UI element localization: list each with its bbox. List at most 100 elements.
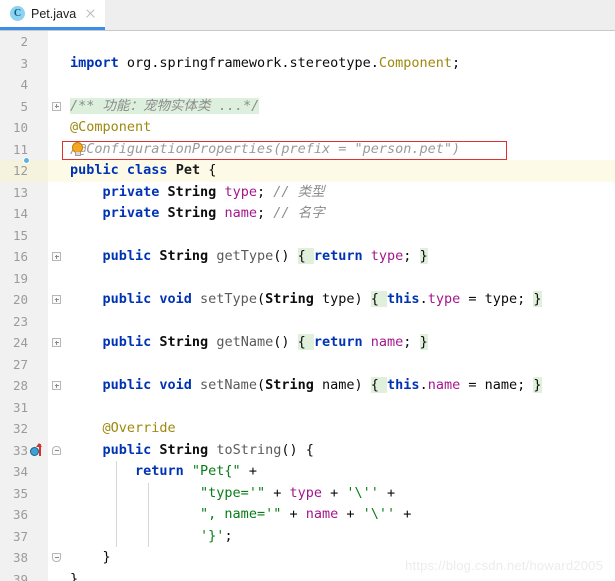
code-line[interactable]: 37 '}'; — [0, 525, 615, 547]
code-text[interactable]: @Override — [66, 418, 615, 440]
code-text[interactable]: /** 功能：宠物实体类 ...*/ — [66, 96, 615, 118]
fold-strip[interactable] — [48, 504, 66, 526]
fold-strip[interactable] — [48, 31, 66, 53]
line-gutter[interactable]: 28 — [0, 375, 48, 397]
intention-lightbulb-icon[interactable] — [71, 141, 84, 157]
code-line[interactable]: 5 /** 功能：宠物实体类 ...*/ — [0, 95, 615, 118]
line-gutter[interactable]: 38 — [0, 547, 48, 569]
code-text[interactable] — [66, 74, 615, 96]
code-line[interactable]: 20 public void setType(String type) { th… — [0, 289, 615, 311]
fold-strip[interactable] — [48, 568, 66, 581]
line-gutter[interactable]: 13 — [0, 181, 48, 203]
code-line[interactable]: 13 private String type; // 类型 — [0, 181, 615, 204]
code-text[interactable] — [66, 31, 615, 53]
code-text[interactable]: private String type; // 类型 — [66, 182, 615, 204]
code-line[interactable]: 11/@ConfigurationProperties(prefix = "pe… — [0, 138, 615, 161]
line-gutter[interactable]: 33 — [0, 439, 48, 461]
code-text[interactable] — [66, 354, 615, 376]
collapse-fold-icon[interactable] — [52, 445, 61, 455]
line-gutter[interactable]: 15 — [0, 224, 48, 246]
line-gutter[interactable]: 19 — [0, 267, 48, 289]
line-gutter[interactable]: 35 — [0, 482, 48, 504]
line-gutter[interactable]: 14 — [0, 203, 48, 225]
code-line[interactable]: 12 public class Pet { — [0, 160, 615, 182]
fold-strip[interactable] — [48, 160, 66, 182]
tab-pet-java[interactable]: C Pet.java — [0, 0, 106, 30]
line-gutter[interactable]: 34 — [0, 461, 48, 483]
line-gutter[interactable]: 16 — [0, 246, 48, 268]
line-gutter[interactable]: 3 — [0, 52, 48, 74]
code-line[interactable]: 15 — [0, 224, 615, 247]
code-line[interactable]: 23 — [0, 310, 615, 333]
fold-strip[interactable] — [48, 353, 66, 375]
code-text[interactable]: import org.springframework.stereotype.Co… — [66, 53, 615, 75]
line-gutter[interactable]: 23 — [0, 310, 48, 332]
code-line[interactable]: 35 "type='" + type + '\'' + — [0, 482, 615, 504]
fold-strip[interactable] — [48, 224, 66, 246]
code-text[interactable]: public String getName() { return name; } — [66, 332, 615, 354]
fold-strip[interactable] — [48, 525, 66, 547]
code-text[interactable]: /@ConfigurationProperties(prefix = "pers… — [66, 139, 615, 161]
fold-strip[interactable] — [48, 138, 66, 160]
expand-fold-icon[interactable] — [52, 252, 61, 261]
fold-strip[interactable] — [48, 267, 66, 289]
line-gutter[interactable]: 10 — [0, 117, 48, 139]
line-gutter[interactable]: 32 — [0, 418, 48, 440]
code-editor[interactable]: 2 3 import org.springframework.stereotype.… — [0, 31, 615, 581]
code-text[interactable]: public class Pet { — [66, 160, 615, 182]
code-line[interactable]: 24 public String getName() { return name… — [0, 332, 615, 354]
fold-strip[interactable] — [48, 117, 66, 139]
code-line[interactable]: 36 ", name='" + name + '\'' + — [0, 504, 615, 526]
fold-strip[interactable] — [48, 181, 66, 203]
line-gutter[interactable]: 24 — [0, 332, 48, 354]
code-text[interactable]: @Component — [66, 117, 615, 139]
line-gutter[interactable]: 2 — [0, 31, 48, 53]
code-line[interactable]: 10 @Component — [0, 117, 615, 139]
code-text[interactable]: private String name; // 名字 — [66, 203, 615, 225]
code-line[interactable]: 19 — [0, 267, 615, 290]
line-gutter[interactable]: 27 — [0, 353, 48, 375]
expand-fold-icon[interactable] — [52, 381, 61, 390]
line-gutter[interactable]: 37 — [0, 525, 48, 547]
expand-fold-icon[interactable] — [52, 338, 61, 347]
code-line[interactable]: 27 — [0, 353, 615, 376]
code-line[interactable]: 2 — [0, 31, 615, 53]
code-line[interactable]: 34 return "Pet{" + — [0, 461, 615, 483]
fold-strip[interactable] — [48, 461, 66, 483]
code-text[interactable] — [66, 397, 615, 419]
code-text[interactable]: return "Pet{" + — [66, 461, 615, 483]
fold-strip[interactable] — [48, 310, 66, 332]
code-line[interactable]: 16 public String getType() { return type… — [0, 246, 615, 268]
code-line[interactable]: 33 public String toString() { — [0, 439, 615, 462]
line-gutter[interactable]: 5 — [0, 95, 48, 117]
close-icon[interactable] — [84, 7, 97, 20]
line-gutter[interactable]: 39 — [0, 568, 48, 581]
fold-strip[interactable] — [48, 418, 66, 440]
fold-strip[interactable] — [48, 52, 66, 74]
code-line[interactable]: 3 import org.springframework.stereotype.C… — [0, 52, 615, 75]
expand-fold-icon[interactable] — [52, 101, 61, 111]
code-text[interactable] — [66, 225, 615, 247]
code-text[interactable]: public void setType(String type) { this.… — [66, 289, 615, 311]
fold-strip[interactable] — [48, 482, 66, 504]
code-text[interactable] — [66, 268, 615, 290]
code-line[interactable]: 14 private String name; // 名字 — [0, 203, 615, 225]
fold-strip[interactable] — [48, 74, 66, 96]
line-gutter[interactable]: 12 — [0, 160, 48, 182]
code-text[interactable]: public String getType() { return type; } — [66, 246, 615, 268]
code-text[interactable]: public String toString() { — [66, 440, 615, 462]
line-gutter[interactable]: 31 — [0, 396, 48, 418]
code-text[interactable] — [66, 311, 615, 333]
code-text[interactable]: public void setName(String name) { this.… — [66, 375, 615, 397]
fold-strip[interactable] — [48, 203, 66, 225]
line-gutter[interactable]: 20 — [0, 289, 48, 311]
code-line[interactable]: 31 — [0, 396, 615, 419]
collapse-fold-icon[interactable] — [52, 553, 61, 562]
code-line[interactable]: 32 @Override — [0, 418, 615, 440]
fold-strip[interactable] — [48, 396, 66, 418]
line-gutter[interactable]: 36 — [0, 504, 48, 526]
code-line[interactable]: 4 — [0, 74, 615, 96]
line-gutter[interactable]: 4 — [0, 74, 48, 96]
code-line[interactable]: 28 public void setName(String name) { th… — [0, 375, 615, 397]
expand-fold-icon[interactable] — [52, 295, 61, 304]
